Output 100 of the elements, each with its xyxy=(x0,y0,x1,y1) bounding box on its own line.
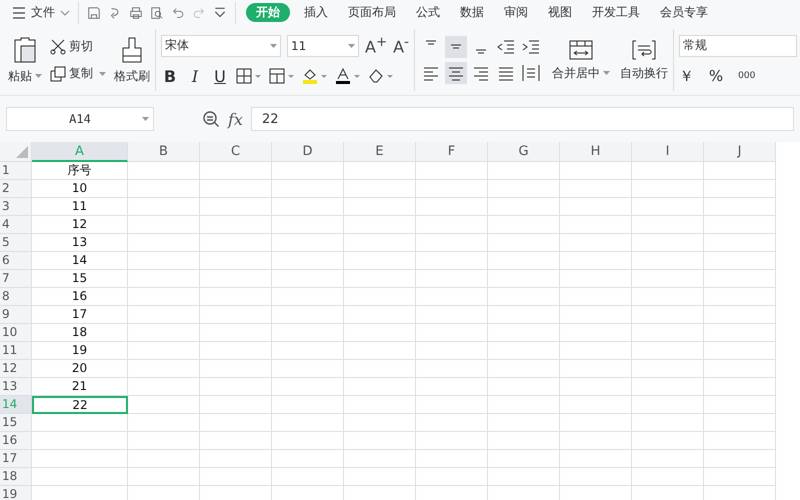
font-color-icon[interactable] xyxy=(335,68,361,84)
row-header[interactable]: 18 xyxy=(0,468,32,486)
row-header[interactable]: 11 xyxy=(0,342,32,360)
column-header[interactable]: D xyxy=(272,142,344,162)
table-cell xyxy=(704,324,776,342)
ribbon-tab[interactable]: 审阅 xyxy=(498,3,534,22)
column-header[interactable]: F xyxy=(416,142,488,162)
row-header[interactable]: 16 xyxy=(0,432,32,450)
row-header[interactable]: 4 xyxy=(0,216,32,234)
cell-reference-field[interactable]: A14 xyxy=(6,107,154,131)
fill-color-icon[interactable] xyxy=(302,68,328,84)
column-header[interactable]: C xyxy=(200,142,272,162)
column-header[interactable]: G xyxy=(488,142,560,162)
merge-cells-icon xyxy=(568,38,594,60)
row-header[interactable]: 15 xyxy=(0,414,32,432)
table-cell xyxy=(488,396,560,414)
table-cell xyxy=(632,252,704,270)
table-cell xyxy=(632,342,704,360)
column-header[interactable]: H xyxy=(560,142,632,162)
table-cell xyxy=(128,216,200,234)
ribbon-tab[interactable]: 开发工具 xyxy=(586,3,646,22)
row-header[interactable]: 13 xyxy=(0,378,32,396)
table-cell xyxy=(632,198,704,216)
ribbon-tab[interactable]: 公式 xyxy=(410,3,446,22)
font-size-button[interactable]: A$^{-}$ xyxy=(393,34,409,56)
ribbon-tab[interactable]: 页面布局 xyxy=(342,3,402,22)
column-header[interactable]: B xyxy=(128,142,200,162)
vertical-align-icon[interactable] xyxy=(444,36,467,58)
column-header[interactable]: J xyxy=(704,142,776,162)
cell-style-icon[interactable] xyxy=(269,68,295,84)
table-cell xyxy=(272,342,344,360)
table-cell xyxy=(128,432,200,450)
table-cell xyxy=(272,378,344,396)
table-cell xyxy=(200,180,272,198)
file-menu[interactable]: 文件 xyxy=(12,4,70,21)
table-cell: 19 xyxy=(32,342,128,360)
cut-button[interactable]: 剪切 xyxy=(50,38,106,55)
font-style-button[interactable]: I xyxy=(186,66,204,86)
formula-input-field[interactable]: 22 xyxy=(250,107,794,131)
row-header[interactable]: 12 xyxy=(0,360,32,378)
font-name-field[interactable]: 宋体 xyxy=(161,34,281,56)
eraser-icon[interactable] xyxy=(368,68,394,84)
caret-icon xyxy=(35,74,42,78)
table-cell xyxy=(272,450,344,468)
ribbon-tab[interactable]: 视图 xyxy=(542,3,578,22)
table-cell xyxy=(200,162,272,180)
row-header[interactable]: 19 xyxy=(0,486,32,500)
table-cell xyxy=(344,360,416,378)
column-header[interactable]: I xyxy=(632,142,704,162)
table-cell xyxy=(488,324,560,342)
row-header[interactable]: 5 xyxy=(0,234,32,252)
ribbon-tab[interactable]: 会员专享 xyxy=(654,3,714,22)
table-cell xyxy=(344,252,416,270)
undo-icon[interactable] xyxy=(171,6,185,20)
row-header[interactable]: 1 xyxy=(0,162,32,180)
row-header[interactable]: 6 xyxy=(0,252,32,270)
table-cell xyxy=(416,180,488,198)
row-header[interactable]: 3 xyxy=(0,198,32,216)
copy-button[interactable]: 复制 xyxy=(50,65,106,82)
table-cell xyxy=(560,432,632,450)
number-format-button[interactable]: 000 xyxy=(738,71,756,81)
wrap-text-button[interactable]: 自动换行 xyxy=(620,38,668,82)
column-header[interactable]: E xyxy=(344,142,416,162)
table-cell xyxy=(560,270,632,288)
font-style-button[interactable]: U xyxy=(211,66,229,86)
zoom-icon[interactable] xyxy=(202,110,220,128)
row-header[interactable]: 2 xyxy=(0,180,32,198)
table-cell xyxy=(560,162,632,180)
table-cell xyxy=(488,468,560,486)
number-format-button[interactable]: % xyxy=(708,67,724,85)
ribbon-tab[interactable]: 数据 xyxy=(454,3,490,22)
row-header[interactable]: 17 xyxy=(0,450,32,468)
print-preview-icon[interactable] xyxy=(150,6,164,20)
font-style-button[interactable]: B xyxy=(161,66,179,86)
font-size-field[interactable]: 11 xyxy=(287,34,359,56)
print-icon[interactable] xyxy=(129,6,143,20)
row-header[interactable]: 8 xyxy=(0,288,32,306)
table-cell xyxy=(272,216,344,234)
format-painter-button[interactable]: 格式刷 xyxy=(114,36,150,84)
ribbon-tab[interactable]: 插入 xyxy=(298,3,334,22)
function-button[interactable]: fx xyxy=(228,110,243,128)
table-cell: 17 xyxy=(32,306,128,324)
row-header[interactable]: 9 xyxy=(0,306,32,324)
row-header[interactable]: 7 xyxy=(0,270,32,288)
merge-center-button[interactable]: 合并居中 xyxy=(552,38,610,82)
clipboard-icon xyxy=(13,36,37,64)
number-format-button[interactable]: ￥ xyxy=(678,66,694,86)
borders-icon[interactable] xyxy=(236,68,262,84)
number-format-field[interactable]: 常规 xyxy=(678,34,797,56)
row-header[interactable]: 10 xyxy=(0,324,32,342)
chevron-down-icon[interactable] xyxy=(213,6,227,20)
text-align-icon[interactable] xyxy=(444,62,467,84)
save-icon[interactable] xyxy=(87,6,101,20)
table-cell xyxy=(632,324,704,342)
table-cell xyxy=(344,180,416,198)
distributed-align-icon[interactable] xyxy=(520,62,542,84)
font-size-button[interactable]: A$^{+}$ xyxy=(365,34,388,56)
table-cell xyxy=(344,342,416,360)
paste-button[interactable]: 粘贴 xyxy=(8,36,42,84)
table-cell xyxy=(632,162,704,180)
